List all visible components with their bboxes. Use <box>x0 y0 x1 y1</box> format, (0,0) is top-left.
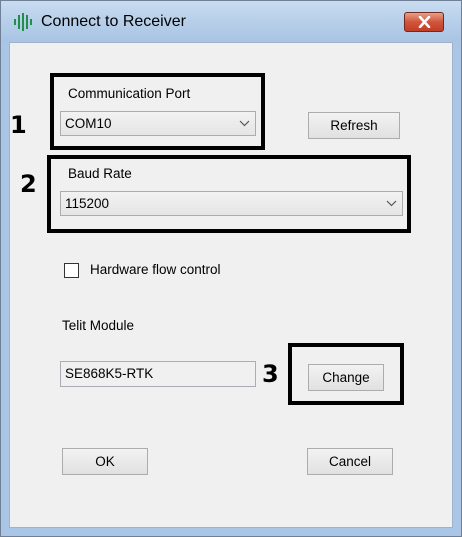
title-bar[interactable]: Connect to Receiver <box>1 1 461 42</box>
callout-number-3: 3 <box>262 360 279 388</box>
telit-module-label: Telit Module <box>62 318 135 333</box>
callout-number-1: 1 <box>10 111 27 139</box>
signal-bars-icon <box>14 13 32 31</box>
highlight-box-baud-rate <box>47 155 411 233</box>
highlight-box-communication-port <box>50 73 265 150</box>
highlight-box-change <box>288 343 404 405</box>
ok-button[interactable]: OK <box>62 448 148 475</box>
refresh-button[interactable]: Refresh <box>308 112 400 139</box>
hardware-flow-control-checkbox[interactable] <box>64 263 79 278</box>
close-button[interactable] <box>404 12 444 32</box>
callout-number-2: 2 <box>20 170 37 198</box>
close-x-icon <box>418 16 431 28</box>
window-title: Connect to Receiver <box>41 13 186 30</box>
cancel-button[interactable]: Cancel <box>307 448 393 475</box>
hardware-flow-control-label: Hardware flow control <box>90 262 221 277</box>
telit-module-field[interactable]: SE868K5-RTK <box>60 361 256 387</box>
